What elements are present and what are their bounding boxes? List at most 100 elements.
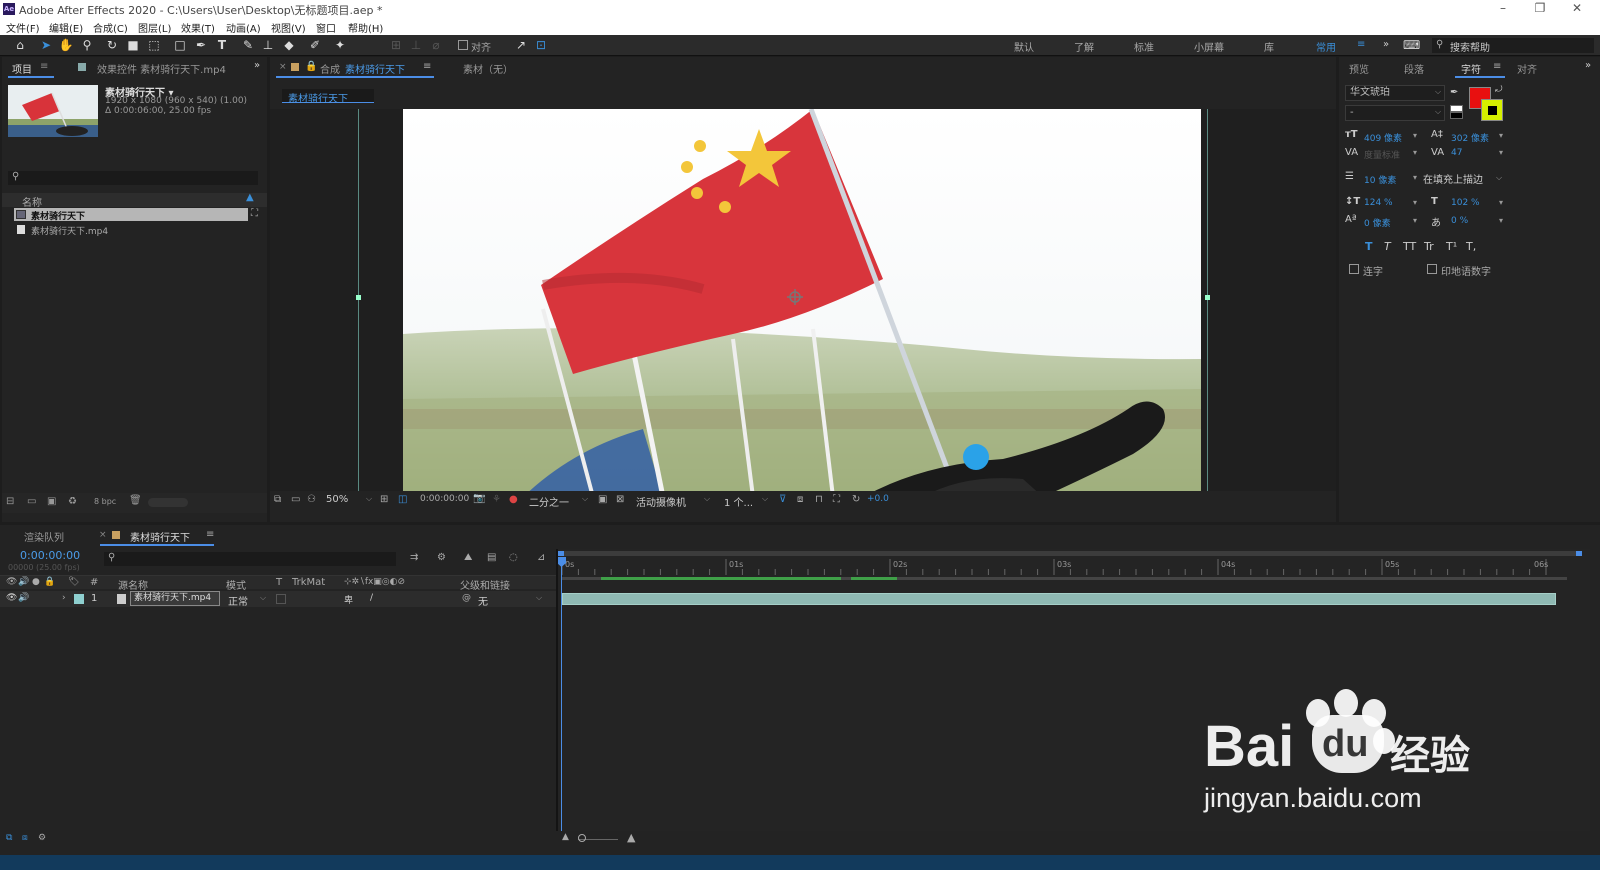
leading-value[interactable]: 302 像素 xyxy=(1451,131,1489,144)
minimize-button[interactable]: – xyxy=(1488,1,1518,15)
sort-arrow-icon[interactable]: ▲ xyxy=(246,192,254,203)
stroke-color-swatch[interactable] xyxy=(1481,99,1503,121)
black-swatch[interactable] xyxy=(1450,112,1463,119)
view-axis-icon[interactable]: ⌀ xyxy=(428,37,444,53)
tab-character[interactable]: 字符 xyxy=(1461,61,1481,76)
chevron-down-icon[interactable]: ▾ xyxy=(1499,148,1503,157)
panel-menu-icon[interactable]: ≡ xyxy=(206,529,214,540)
show-snapshot-icon[interactable]: ⚘ xyxy=(492,494,501,505)
chevron-down-icon[interactable]: ▾ xyxy=(1413,173,1417,182)
exposure-value[interactable]: +0.0 xyxy=(867,494,889,504)
home-icon[interactable]: ⌂ xyxy=(12,37,28,53)
stroke-mode-select[interactable]: 在填充上描边 xyxy=(1423,171,1483,186)
lock-icon[interactable]: 🔒 xyxy=(305,61,317,72)
panel-expand-icon[interactable]: » xyxy=(254,60,260,71)
world-axis-icon[interactable]: ⊥ xyxy=(408,37,424,53)
panel-menu-icon[interactable]: ≡ xyxy=(40,61,48,72)
visibility-eye-icon[interactable]: 👁 xyxy=(6,593,17,603)
draft-3d-icon[interactable]: ⚙ xyxy=(437,552,446,563)
font-style-select[interactable]: - xyxy=(1345,105,1445,121)
layer-duration-bar[interactable] xyxy=(562,593,1556,605)
pan-behind-tool-icon[interactable]: ⬚ xyxy=(146,37,162,53)
chevron-down-icon[interactable]: ⌵ xyxy=(1435,87,1441,97)
local-axis-icon[interactable]: ⊞ xyxy=(388,37,404,53)
footage-tab[interactable]: 素材（无） xyxy=(463,61,513,76)
chevron-down-icon[interactable]: ▾ xyxy=(1499,198,1503,207)
menu-edit[interactable]: 编辑(E) xyxy=(49,20,83,35)
snap-target-icon[interactable]: ⊡ xyxy=(533,37,549,53)
tracking-value[interactable]: 47 xyxy=(1451,148,1462,158)
shy-layers-icon[interactable]: ⛰ xyxy=(464,552,472,563)
stroke-width-value[interactable]: 10 像素 xyxy=(1364,173,1396,186)
maximize-button[interactable]: ❐ xyxy=(1525,1,1555,15)
chevron-down-icon[interactable]: ⌵ xyxy=(704,494,710,504)
chevron-down-icon[interactable]: ▾ xyxy=(1413,148,1417,157)
fit-icon[interactable]: ⊞ xyxy=(380,494,388,505)
flowchart-icon[interactable]: ⛶ xyxy=(833,494,840,505)
panel-expand-icon[interactable]: » xyxy=(1585,60,1591,71)
comp-viewer[interactable] xyxy=(270,109,1336,499)
expand-arrow-icon[interactable]: › xyxy=(62,593,66,603)
keyboard-icon[interactable]: ⌨ xyxy=(1403,37,1420,53)
puppet-tool-icon[interactable]: ✦ xyxy=(332,37,348,53)
thumbnail-size-slider[interactable] xyxy=(148,498,188,507)
chevron-down-icon[interactable]: ▾ xyxy=(1499,216,1503,225)
work-area-bar[interactable] xyxy=(558,551,1582,556)
brush-tool-icon[interactable]: ✎ xyxy=(240,37,256,53)
close-tab-icon[interactable]: × xyxy=(279,62,287,72)
eraser-tool-icon[interactable]: ◆ xyxy=(281,37,297,53)
comp-tab-name[interactable]: 素材骑行天下 xyxy=(345,61,405,76)
adjust-project-settings-icon[interactable]: ♻ xyxy=(68,496,77,507)
zoom-tool-icon[interactable]: ⚲ xyxy=(79,37,95,53)
preserve-transparency-box[interactable] xyxy=(276,594,286,604)
views-select[interactable]: 1 个... xyxy=(724,494,753,509)
new-composition-icon[interactable]: ▣ xyxy=(47,496,56,507)
interpret-footage-icon[interactable]: ⊟ xyxy=(6,496,14,507)
new-folder-icon[interactable]: ▭ xyxy=(27,496,36,507)
small-caps-button[interactable]: Tr xyxy=(1424,240,1434,253)
kerning-value[interactable]: 度量标准 xyxy=(1364,148,1400,161)
timeline-icon[interactable]: ⊓ xyxy=(815,494,823,505)
rectangle-tool-icon[interactable]: □ xyxy=(172,37,188,53)
pen-tool-icon[interactable]: ✒ xyxy=(193,37,209,53)
resolution-select[interactable]: 二分之一 xyxy=(529,494,569,509)
tab-align[interactable]: 对齐 xyxy=(1517,61,1537,76)
help-search-box[interactable]: ⚲ 搜索帮助 xyxy=(1432,38,1594,54)
tab-render-queue[interactable]: 渲染队列 xyxy=(24,529,64,544)
chevron-down-icon[interactable]: ▾ xyxy=(1413,216,1417,225)
layer-label-color[interactable] xyxy=(74,594,84,604)
baseline-shift-value[interactable]: 0 像素 xyxy=(1364,216,1391,229)
chevron-down-icon[interactable]: ▾ xyxy=(1499,131,1503,140)
chevron-down-icon[interactable]: ▾ xyxy=(1413,198,1417,207)
menu-help[interactable]: 帮助(H) xyxy=(348,20,383,35)
pick-whip-icon[interactable]: @ xyxy=(462,593,471,603)
comp-tab-prefix[interactable]: 合成 xyxy=(320,61,340,76)
hand-tool-icon[interactable]: ✋ xyxy=(58,37,74,53)
quality-switch-icon[interactable]: / xyxy=(370,593,373,603)
always-preview-icon[interactable]: ⧉ xyxy=(274,494,281,505)
chevron-down-icon[interactable]: ⌵ xyxy=(536,593,542,603)
comp-mini-flowchart-icon[interactable]: ⇉ xyxy=(410,552,418,563)
current-time-display[interactable]: 0:00:00:00 xyxy=(420,494,469,504)
table-row[interactable]: 👁 🔊 › 1 素材骑行天下.mp4 正常 ⌵ 卑 / @ 无 ⌵ xyxy=(0,591,556,608)
menu-view[interactable]: 视图(V) xyxy=(271,20,306,35)
chevron-down-icon[interactable]: ⌵ xyxy=(1496,173,1502,183)
blend-mode-select[interactable]: 正常 xyxy=(228,593,248,608)
delete-icon[interactable]: 🗑 xyxy=(129,495,142,506)
chevron-down-icon[interactable]: ⌵ xyxy=(1435,107,1441,117)
workspace-small-screen[interactable]: 小屏幕 xyxy=(1194,39,1224,54)
hindi-digits-checkbox[interactable] xyxy=(1427,264,1437,274)
chevron-down-icon[interactable]: ⌵ xyxy=(762,494,768,504)
workspace-more-icon[interactable]: » xyxy=(1383,39,1389,50)
zoom-in-icon[interactable]: ▲ xyxy=(627,831,635,844)
type-tool-icon[interactable]: T xyxy=(214,37,230,53)
menu-window[interactable]: 窗口 xyxy=(316,20,336,35)
tab-preview[interactable]: 预览 xyxy=(1349,61,1369,76)
work-area-start[interactable] xyxy=(558,551,564,556)
menu-animation[interactable]: 动画(A) xyxy=(226,20,261,35)
zoom-out-icon[interactable]: ▲ xyxy=(562,832,569,842)
all-caps-button[interactable]: TT xyxy=(1403,240,1416,253)
tab-paragraph[interactable]: 段落 xyxy=(1404,61,1424,76)
workspace-learn[interactable]: 了解 xyxy=(1074,39,1094,54)
selection-tool-icon[interactable]: ➤ xyxy=(38,37,54,53)
